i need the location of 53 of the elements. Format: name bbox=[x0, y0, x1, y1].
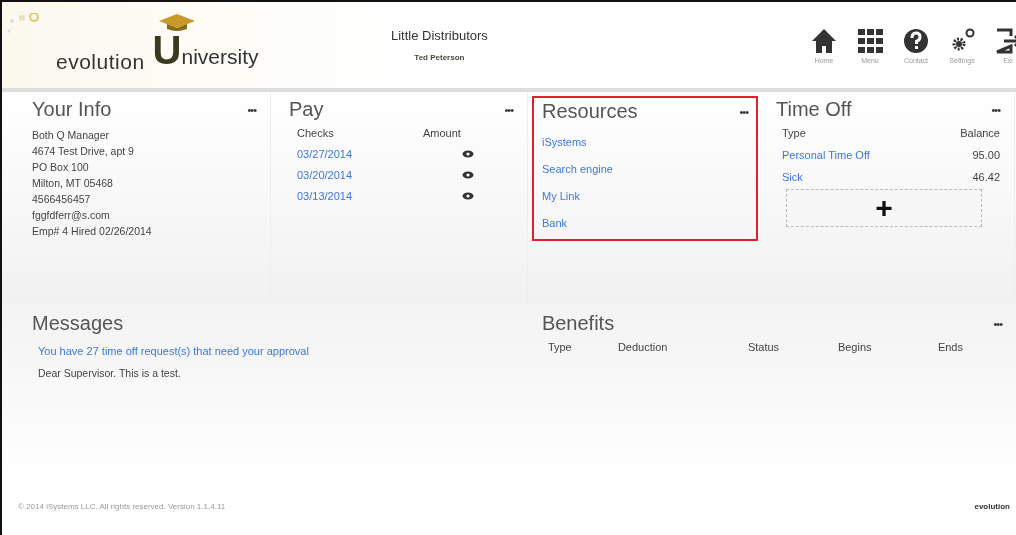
time-off-link[interactable]: Personal Time Off bbox=[782, 149, 961, 161]
company-name: Little Distributors bbox=[391, 28, 488, 43]
copyright-text: © 2014 iSystems LLC. All rights reserved. Version 1.1.4.11 bbox=[18, 502, 226, 511]
message-link[interactable]: You have 27 time off request(s) that need your approval bbox=[38, 345, 502, 357]
column-header: Ends bbox=[937, 341, 964, 353]
more-button[interactable]: ••• bbox=[504, 103, 513, 116]
resource-link[interactable]: Search engine bbox=[542, 156, 748, 183]
logo-text: evolution bbox=[56, 49, 145, 74]
card-title: Benefits bbox=[541, 312, 615, 335]
column-header: Begins bbox=[837, 341, 873, 353]
eye-icon bbox=[462, 150, 474, 158]
help-icon bbox=[902, 26, 930, 55]
add-button[interactable]: + bbox=[786, 189, 982, 227]
card-title: Resources bbox=[542, 100, 638, 123]
grid-icon bbox=[856, 26, 884, 55]
info-text: 4566456457 bbox=[32, 192, 92, 207]
column-header: Type bbox=[547, 341, 573, 353]
card-title: Pay bbox=[289, 98, 324, 121]
info-text: Both Q Manager bbox=[32, 128, 111, 143]
user-name: Ted Peterson bbox=[414, 53, 465, 62]
logo-text: University bbox=[152, 32, 259, 74]
more-button[interactable]: ••• bbox=[739, 105, 748, 118]
check-link[interactable]: 03/13/2014 bbox=[297, 190, 423, 202]
column-header: Checks bbox=[297, 127, 335, 139]
column-header: Status bbox=[747, 341, 781, 353]
more-button[interactable]: ••• bbox=[991, 103, 1000, 116]
column-header: Deduction bbox=[617, 341, 669, 353]
balance-text: 46.42 bbox=[971, 171, 1000, 183]
column-header: Balance bbox=[960, 127, 1000, 139]
info-text: fggfdferr@s.com bbox=[32, 208, 111, 223]
eye-icon bbox=[462, 192, 474, 200]
column-header: Type bbox=[782, 127, 807, 139]
resource-link[interactable]: Bank bbox=[542, 210, 748, 237]
column-header: Amount bbox=[423, 127, 462, 139]
more-button[interactable]: ••• bbox=[247, 103, 256, 116]
check-link[interactable]: 03/20/2014 bbox=[297, 169, 423, 181]
info-text: PO Box 100 bbox=[32, 160, 90, 175]
resource-link[interactable]: My Link bbox=[542, 183, 748, 210]
footer-logo: evolution bbox=[974, 502, 1010, 511]
info-text: Milton, MT 05468 bbox=[32, 176, 114, 191]
card-title: Time Off bbox=[776, 98, 852, 121]
info-text: Emp# 4 Hired 02/26/2014 bbox=[32, 224, 153, 239]
card-title: Messages bbox=[32, 312, 124, 335]
home-icon bbox=[810, 26, 838, 55]
info-text: 4674 Test Drive, apt 9 bbox=[32, 144, 135, 159]
eye-icon bbox=[462, 171, 474, 179]
balance-text: 95.00 bbox=[971, 149, 1000, 161]
check-link[interactable]: 03/27/2014 bbox=[297, 148, 423, 160]
card-title: Your Info bbox=[32, 98, 112, 121]
time-off-link[interactable]: Sick bbox=[782, 171, 961, 183]
more-button[interactable]: ••• bbox=[993, 317, 1002, 330]
resource-link[interactable]: iSystems bbox=[542, 129, 748, 156]
message-text: Dear Supervisor. This is a test. bbox=[38, 366, 182, 381]
